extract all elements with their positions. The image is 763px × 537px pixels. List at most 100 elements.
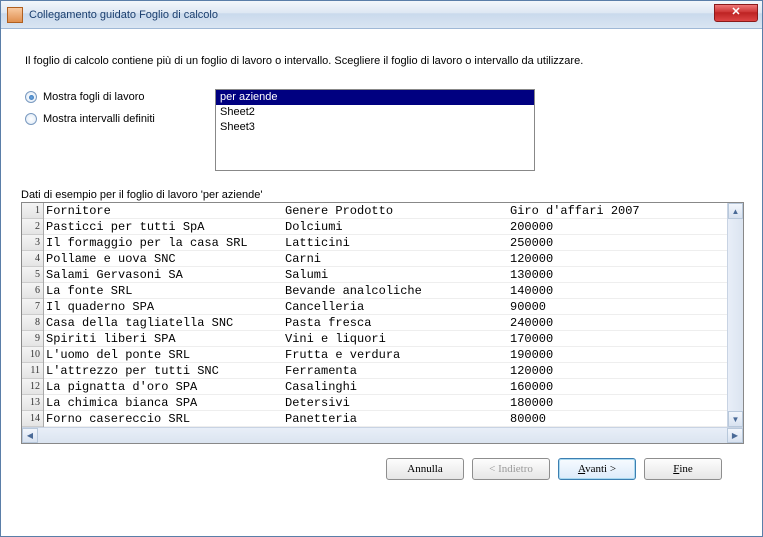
- options-row: Mostra fogli di lavoro Mostra intervalli…: [25, 89, 742, 171]
- cell: Salumi: [283, 267, 508, 282]
- row-header: 14: [22, 411, 43, 427]
- row-header: 2: [22, 219, 43, 235]
- title-bar: Collegamento guidato Foglio di calcolo ✕: [1, 1, 762, 29]
- row-header: 7: [22, 299, 43, 315]
- cell: Latticini: [283, 235, 508, 250]
- table-row: La pignatta d'oro SPACasalinghi160000: [44, 379, 727, 395]
- cell: 120000: [508, 251, 727, 266]
- next-button[interactable]: Avanti >: [558, 458, 636, 480]
- cell: Cancelleria: [283, 299, 508, 314]
- display-mode-radios: Mostra fogli di lavoro Mostra intervalli…: [25, 89, 185, 125]
- close-button[interactable]: ✕: [714, 4, 758, 22]
- cell: Frutta e verdura: [283, 347, 508, 362]
- back-button[interactable]: < Indietro: [472, 458, 550, 480]
- cell: 140000: [508, 283, 727, 298]
- table-row: Casa della tagliatella SNCPasta fresca24…: [44, 315, 727, 331]
- table-row: L'uomo del ponte SRLFrutta e verdura1900…: [44, 347, 727, 363]
- cell: 250000: [508, 235, 727, 250]
- row-headers: 1234567891011121314: [22, 203, 44, 427]
- cell: La fonte SRL: [44, 283, 283, 298]
- data-cells: FornitoreGenere ProdottoGiro d'affari 20…: [44, 203, 727, 427]
- row-header: 3: [22, 235, 43, 251]
- radio-dot-icon: [25, 113, 37, 125]
- cell: 180000: [508, 395, 727, 410]
- sample-data-grid: 1234567891011121314 FornitoreGenere Prod…: [21, 202, 744, 444]
- app-icon: [7, 7, 23, 23]
- table-row: Salami Gervasoni SASalumi130000: [44, 267, 727, 283]
- row-header: 12: [22, 379, 43, 395]
- cell: Forno casereccio SRL: [44, 411, 283, 426]
- cell: L'attrezzo per tutti SNC: [44, 363, 283, 378]
- scroll-right-icon[interactable]: ▶: [727, 428, 743, 443]
- vertical-scrollbar[interactable]: ▲ ▼: [727, 203, 743, 427]
- cell: Carni: [283, 251, 508, 266]
- table-row: Il formaggio per la casa SRLLatticini250…: [44, 235, 727, 251]
- cell: La pignatta d'oro SPA: [44, 379, 283, 394]
- table-row: FornitoreGenere ProdottoGiro d'affari 20…: [44, 203, 727, 219]
- cell: Il formaggio per la casa SRL: [44, 235, 283, 250]
- row-header: 13: [22, 395, 43, 411]
- cell: Pasticci per tutti SpA: [44, 219, 283, 234]
- cell: 170000: [508, 331, 727, 346]
- cell: Bevande analcoliche: [283, 283, 508, 298]
- window-title: Collegamento guidato Foglio di calcolo: [29, 9, 218, 21]
- table-row: Pollame e uova SNCCarni120000: [44, 251, 727, 267]
- cell: L'uomo del ponte SRL: [44, 347, 283, 362]
- row-header: 5: [22, 267, 43, 283]
- row-header: 10: [22, 347, 43, 363]
- cell: 80000: [508, 411, 727, 426]
- scroll-up-icon[interactable]: ▲: [728, 203, 743, 219]
- cell: Panetteria: [283, 411, 508, 426]
- cell: Vini e liquori: [283, 331, 508, 346]
- cell: 120000: [508, 363, 727, 378]
- cell: Fornitore: [44, 203, 283, 218]
- sample-data-label: Dati di esempio per il foglio di lavoro …: [21, 189, 742, 201]
- table-row: L'attrezzo per tutti SNCFerramenta120000: [44, 363, 727, 379]
- sheet-list-item[interactable]: Sheet2: [216, 105, 534, 120]
- cell: Il quaderno SPA: [44, 299, 283, 314]
- radio-show-ranges[interactable]: Mostra intervalli definiti: [25, 113, 185, 125]
- radio-show-worksheets[interactable]: Mostra fogli di lavoro: [25, 91, 185, 103]
- sheet-list-item[interactable]: Sheet3: [216, 120, 534, 135]
- radio-show-ranges-label: Mostra intervalli definiti: [43, 113, 155, 125]
- cell: Genere Prodotto: [283, 203, 508, 218]
- table-row: Il quaderno SPACancelleria90000: [44, 299, 727, 315]
- cell: 240000: [508, 315, 727, 330]
- table-row: Spiriti liberi SPAVini e liquori170000: [44, 331, 727, 347]
- scroll-left-icon[interactable]: ◀: [22, 428, 38, 443]
- sheet-list-item[interactable]: per aziende: [216, 90, 534, 105]
- row-header: 8: [22, 315, 43, 331]
- row-header: 9: [22, 331, 43, 347]
- radio-show-worksheets-label: Mostra fogli di lavoro: [43, 91, 145, 103]
- cell: Spiriti liberi SPA: [44, 331, 283, 346]
- cell: Salami Gervasoni SA: [44, 267, 283, 282]
- radio-dot-icon: [25, 91, 37, 103]
- cell: Detersivi: [283, 395, 508, 410]
- row-header: 1: [22, 203, 43, 219]
- cell: 90000: [508, 299, 727, 314]
- cell: 190000: [508, 347, 727, 362]
- row-header: 11: [22, 363, 43, 379]
- table-row: La fonte SRLBevande analcoliche140000: [44, 283, 727, 299]
- finish-button[interactable]: Fine: [644, 458, 722, 480]
- cell: La chimica bianca SPA: [44, 395, 283, 410]
- row-header: 4: [22, 251, 43, 267]
- cell: Ferramenta: [283, 363, 508, 378]
- cell: 130000: [508, 267, 727, 282]
- instruction-text: Il foglio di calcolo contiene più di un …: [25, 55, 742, 67]
- cell: 200000: [508, 219, 727, 234]
- table-row: Forno casereccio SRLPanetteria80000: [44, 411, 727, 427]
- row-header: 6: [22, 283, 43, 299]
- cell: Pasta fresca: [283, 315, 508, 330]
- cancel-button[interactable]: Annulla: [386, 458, 464, 480]
- cell: 160000: [508, 379, 727, 394]
- sheet-listbox[interactable]: per aziendeSheet2Sheet3: [215, 89, 535, 171]
- cell: Casalinghi: [283, 379, 508, 394]
- scroll-down-icon[interactable]: ▼: [728, 411, 743, 427]
- cell: Giro d'affari 2007: [508, 203, 727, 218]
- cell: Pollame e uova SNC: [44, 251, 283, 266]
- wizard-content: Il foglio di calcolo contiene più di un …: [1, 29, 762, 488]
- horizontal-scrollbar[interactable]: ◀ ▶: [22, 427, 743, 443]
- wizard-footer: Annulla < Indietro Avanti > Fine: [21, 444, 742, 480]
- cell: Dolciumi: [283, 219, 508, 234]
